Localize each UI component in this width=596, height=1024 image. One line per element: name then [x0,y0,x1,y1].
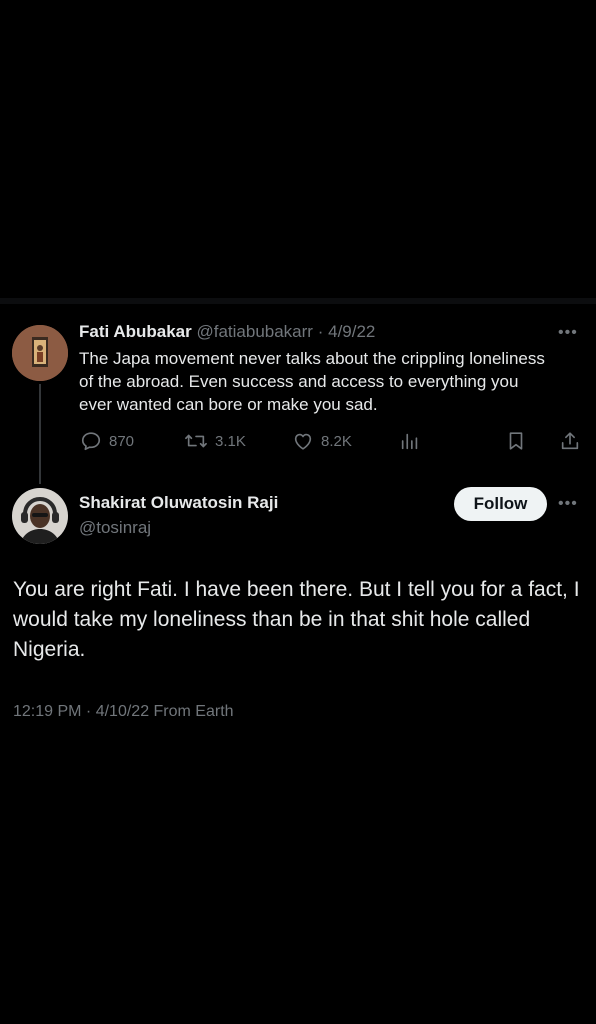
quoted-date[interactable]: 4/9/22 [328,322,375,341]
thread-connector-line [39,384,41,484]
main-author-handle[interactable]: @tosinraj [79,518,151,538]
main-tweet-text: You are right Fati. I have been there. B… [13,578,580,661]
heart-icon [294,433,312,450]
retweet-button[interactable]: 3.1K [184,430,246,452]
main-author-name[interactable]: Shakirat Oluwatosin Raji [79,493,278,513]
reply-count: 870 [109,432,135,450]
analytics-icon [401,433,418,450]
quoted-author-name[interactable]: Fati Abubakar [79,322,192,341]
bookmark-icon [509,432,523,450]
quoted-tweet-header: Fati Abubakar @fatiabubakarr · 4/9/22 [79,322,375,342]
retweet-icon [185,434,207,448]
share-button[interactable] [559,430,581,452]
reply-button[interactable]: 870 [80,430,134,452]
quoted-tweet-text: The Japa movement never talks about the … [79,349,545,414]
quoted-date-separator: · [317,322,324,341]
like-count: 8.2K [321,432,352,450]
top-divider [0,298,596,304]
more-icon[interactable]: ••• [558,496,578,512]
retweet-count: 3.1K [215,432,246,450]
follow-button[interactable]: Follow [454,487,547,521]
like-button[interactable]: 8.2K [292,430,352,452]
share-icon [561,432,579,450]
reply-icon [81,432,101,451]
shakirat-avatar-image [12,488,68,544]
shakirat-avatar[interactable] [12,488,68,544]
views-button[interactable] [399,430,421,452]
bookmark-button[interactable] [505,430,527,452]
tweet-timestamp[interactable]: 12:19 PM · 4/10/22 From Earth [13,703,234,721]
quoted-author-handle[interactable]: @fatiabubakarr [196,322,313,341]
more-icon[interactable]: ••• [558,325,578,341]
fati-avatar[interactable] [12,325,68,381]
fati-avatar-image [12,325,68,381]
